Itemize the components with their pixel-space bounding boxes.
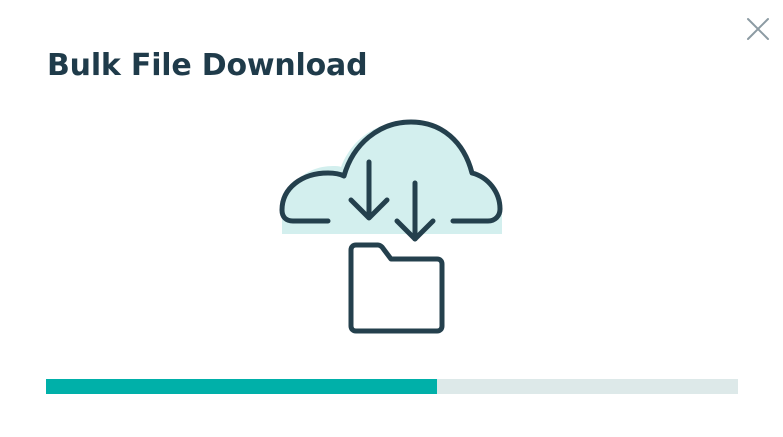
dialog-title: Bulk File Download <box>47 48 368 83</box>
download-progress-fill <box>46 379 437 394</box>
folder-outline <box>348 242 445 334</box>
bulk-download-dialog: Bulk File Download <box>0 0 783 437</box>
download-progress-bar <box>46 379 738 394</box>
cloud-download-folder-icon <box>279 119 503 334</box>
close-icon[interactable] <box>744 15 772 43</box>
close-button[interactable] <box>744 15 772 43</box>
cloud-fill <box>282 121 502 234</box>
cloud-download-folder-illustration <box>278 116 508 338</box>
